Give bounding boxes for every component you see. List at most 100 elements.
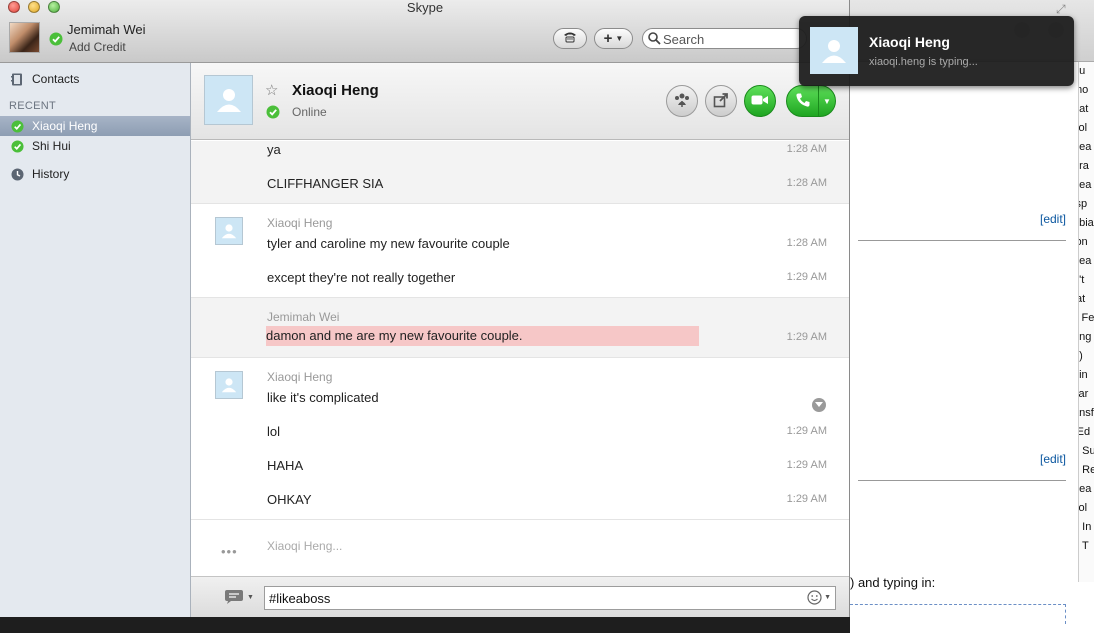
message-text: like it's complicated xyxy=(267,390,379,405)
search-box[interactable] xyxy=(642,28,807,49)
list-item[interactable]: pea xyxy=(1079,480,1094,499)
sender-avatar[interactable] xyxy=(215,217,243,245)
sidebar-item-shi-hui[interactable]: Shi Hui xyxy=(0,136,190,156)
message-time: 1:28 AM xyxy=(786,177,827,189)
list-item[interactable]: e Su xyxy=(1079,442,1094,461)
online-status-icon[interactable] xyxy=(49,32,63,49)
list-item[interactable]: e T xyxy=(1079,537,1094,556)
chevron-down-icon[interactable]: ▼ xyxy=(818,86,835,116)
message-time: 1:28 AM xyxy=(786,143,827,155)
sidebar-item-contacts[interactable]: Contacts xyxy=(0,69,190,89)
background-text-area[interactable] xyxy=(850,604,1066,624)
conversation-header: ☆ Xiaoqi Heng Online ▼ xyxy=(191,63,849,140)
call-button[interactable]: ▼ xyxy=(786,85,836,117)
sidebar-item-label: Shi Hui xyxy=(32,139,71,153)
sender-avatar[interactable] xyxy=(215,371,243,399)
add-button[interactable]: + ▼ xyxy=(594,28,633,49)
top-toolbar: Skype Jemimah Wei Add Credit + ▼ xyxy=(0,0,849,63)
search-input[interactable] xyxy=(663,31,803,47)
edit-link[interactable]: [edit] xyxy=(1040,452,1066,466)
message-group: ya 1:28 AM CLIFFHANGER SIA 1:28 AM xyxy=(191,141,849,204)
list-item[interactable]: gin xyxy=(1079,366,1094,385)
message-time: 1:28 AM xyxy=(786,237,827,249)
expand-icon[interactable]: ⤢ xyxy=(1056,2,1066,17)
add-people-button[interactable] xyxy=(666,85,698,117)
favorite-star-icon[interactable]: ☆ xyxy=(265,81,278,99)
speech-bubble-icon xyxy=(225,590,243,604)
chat-type-button[interactable]: ▼ xyxy=(224,589,254,605)
message-sender: Xiaoqi Heng xyxy=(267,216,333,230)
search-icon xyxy=(648,32,661,48)
message-history: ya 1:28 AM CLIFFHANGER SIA 1:28 AM Xiaoq… xyxy=(191,141,849,576)
recent-section-header: RECENT xyxy=(9,100,57,112)
typing-notification[interactable]: Xiaoqi Heng xiaoqi.heng is typing... xyxy=(799,16,1074,86)
sidebar-item-history[interactable]: History xyxy=(0,164,190,184)
edit-link[interactable]: [edit] xyxy=(1040,212,1066,226)
emoticon-button[interactable]: ▼ xyxy=(807,590,831,605)
sidebar: Contacts RECENT Xiaoqi Heng Shi Hui Hist… xyxy=(0,63,191,617)
list-item[interactable]: pea xyxy=(1079,176,1094,195)
sidebar-item-label: Xiaoqi Heng xyxy=(32,119,98,133)
list-item[interactable]: n't xyxy=(1079,271,1094,290)
list-item[interactable]: mo xyxy=(1079,81,1094,100)
user-avatar[interactable] xyxy=(9,22,40,53)
window-title: Skype xyxy=(406,0,444,15)
message-group: Xiaoqi Heng tyler and caroline my new fa… xyxy=(191,204,849,298)
message-text: OHKAY xyxy=(267,492,312,507)
zoom-window-button[interactable] xyxy=(48,1,60,13)
online-status-icon xyxy=(266,105,280,122)
contact-status: Online xyxy=(292,105,327,119)
chevron-down-icon: ▼ xyxy=(824,594,831,601)
dialpad-button[interactable] xyxy=(553,28,587,49)
user-name[interactable]: Jemimah Wei xyxy=(67,22,146,37)
add-people-icon xyxy=(673,92,691,111)
desktop-background xyxy=(0,617,850,633)
list-item[interactable]: itar xyxy=(1079,385,1094,404)
typing-indicator-icon: ••• xyxy=(221,544,238,559)
skype-window: Skype Jemimah Wei Add Credit + ▼ Search … xyxy=(0,0,850,617)
list-item[interactable]: e Re xyxy=(1079,461,1094,480)
message-input-box[interactable]: ▼ xyxy=(264,586,836,610)
list-item[interactable]: ansf xyxy=(1079,404,1094,423)
add-credit-link[interactable]: Add Credit xyxy=(69,40,126,54)
list-item[interactable]: 0) xyxy=(1079,347,1094,366)
list-item[interactable]: isp xyxy=(1079,195,1094,214)
chevron-down-icon: ▼ xyxy=(247,593,254,601)
typing-indicator: Xiaoqi Heng... xyxy=(267,539,343,553)
list-item[interactable]: -Ed xyxy=(1079,423,1094,442)
minimize-window-button[interactable] xyxy=(28,1,40,13)
contact-avatar[interactable] xyxy=(204,75,253,125)
list-item[interactable]: ou xyxy=(1079,62,1094,81)
message-input[interactable] xyxy=(269,590,799,606)
close-window-button[interactable] xyxy=(8,1,20,13)
list-item[interactable]: eat xyxy=(1079,100,1094,119)
message-options-icon[interactable] xyxy=(812,398,826,412)
list-item[interactable]: pea xyxy=(1079,138,1094,157)
video-camera-icon xyxy=(751,94,769,109)
phone-icon xyxy=(795,92,811,111)
message-time: 1:29 AM xyxy=(786,425,827,437)
list-item[interactable]: eng xyxy=(1079,328,1094,347)
notification-avatar xyxy=(810,27,858,74)
plus-icon: + xyxy=(603,30,613,47)
default-avatar-icon xyxy=(822,39,846,63)
message-text: lol xyxy=(267,424,281,439)
message-text-highlighted: damon and me are my new favourite couple… xyxy=(266,326,699,346)
list-item[interactable]: sol xyxy=(1079,119,1094,138)
list-item[interactable]: era xyxy=(1079,157,1094,176)
list-item[interactable]: e In xyxy=(1079,518,1094,537)
background-article-list: ou mo eat sol pea era pea isp obia ion p… xyxy=(1078,62,1094,582)
list-item[interactable]: s Fe xyxy=(1079,309,1094,328)
clock-icon xyxy=(10,167,24,181)
video-call-button[interactable] xyxy=(744,85,776,117)
sidebar-item-xiaoqi-heng[interactable]: Xiaoqi Heng xyxy=(0,116,190,136)
message-group: Xiaoqi Heng like it's complicated lol 1:… xyxy=(191,358,849,520)
chevron-down-icon: ▼ xyxy=(615,34,624,43)
list-item[interactable]: ion xyxy=(1079,233,1094,252)
list-item[interactable]: tat xyxy=(1079,290,1094,309)
list-item[interactable]: obia xyxy=(1079,214,1094,233)
list-item[interactable]: pea xyxy=(1079,252,1094,271)
share-button[interactable] xyxy=(705,85,737,117)
list-item[interactable]: sol xyxy=(1079,499,1094,518)
background-text: ) and typing in: xyxy=(850,575,936,590)
